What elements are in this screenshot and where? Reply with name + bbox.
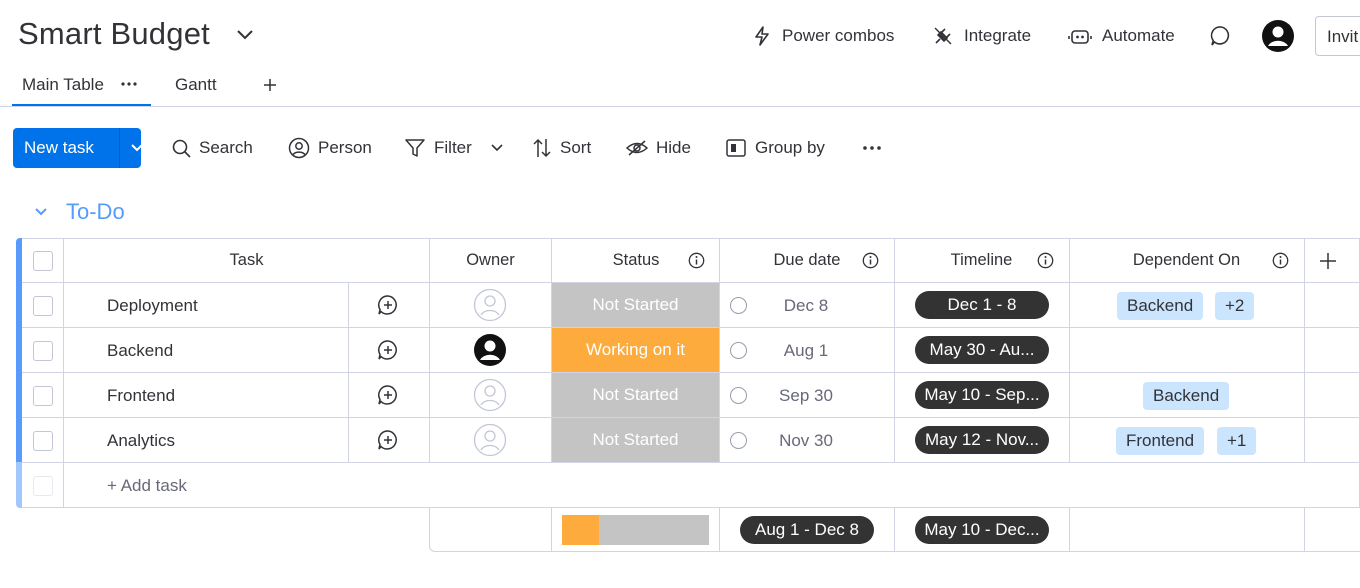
sort-icon [532, 137, 552, 159]
row-checkbox[interactable] [33, 431, 53, 451]
tab-gantt[interactable]: Gantt [175, 75, 217, 95]
select-all-checkbox[interactable] [33, 251, 53, 271]
timeline-pill[interactable]: May 30 - Au... [915, 336, 1049, 364]
search-label: Search [199, 138, 253, 157]
group-by-label: Group by [755, 138, 825, 157]
status-label[interactable]: Working on it [552, 328, 719, 372]
more-options-icon[interactable] [120, 81, 138, 87]
timeline-summary[interactable]: May 10 - Dec... [915, 516, 1049, 544]
task-name[interactable]: Deployment [107, 296, 198, 316]
row-checkbox[interactable] [33, 296, 53, 316]
status-summary-working [562, 515, 599, 545]
tab-main-table[interactable]: Main Table [22, 75, 104, 95]
person-filter-button[interactable]: Person [288, 136, 372, 160]
row-checkbox[interactable] [33, 341, 53, 361]
empty-owner-avatar[interactable] [473, 288, 507, 322]
invite-button[interactable]: Invit [1315, 16, 1360, 56]
power-combos-label: Power combos [782, 26, 895, 45]
due-date[interactable]: Aug 1 [756, 341, 856, 361]
add-update-icon[interactable] [377, 339, 399, 361]
add-update-icon[interactable] [377, 429, 399, 451]
info-icon[interactable] [1272, 252, 1289, 269]
chevron-down-icon[interactable] [34, 205, 48, 219]
timeline-pill[interactable]: Dec 1 - 8 [915, 291, 1049, 319]
add-view-icon[interactable] [263, 78, 277, 92]
power-combos-button[interactable]: Power combos [752, 24, 894, 48]
plug-icon [932, 25, 954, 47]
add-task-checkbox [33, 476, 53, 496]
board-title[interactable]: Smart Budget [18, 16, 210, 52]
add-column-icon[interactable] [1319, 252, 1337, 270]
tabs-divider [0, 106, 1360, 107]
more-options-icon[interactable] [862, 145, 882, 151]
column-header-dependent-on[interactable]: Dependent On [1078, 251, 1295, 270]
lightning-icon [752, 25, 772, 47]
group-by-icon [725, 137, 747, 159]
status-label[interactable]: Not Started [552, 373, 719, 417]
automate-button[interactable]: Automate [1068, 24, 1175, 48]
add-update-icon[interactable] [377, 384, 399, 406]
chevron-down-icon[interactable] [130, 141, 144, 155]
search-icon [172, 139, 191, 158]
filter-button[interactable]: Filter [404, 136, 504, 160]
new-task-label: New task [24, 138, 94, 157]
dependency-more-chip[interactable]: +2 [1215, 292, 1255, 320]
hide-button[interactable]: Hide [626, 136, 691, 160]
add-update-icon[interactable] [377, 294, 399, 316]
filter-icon [404, 137, 426, 159]
timeline-pill[interactable]: May 10 - Sep... [915, 381, 1049, 409]
dependency-chip[interactable]: Frontend [1116, 427, 1205, 455]
dependency-chip[interactable]: Backend [1143, 382, 1230, 410]
column-header-owner[interactable]: Owner [430, 251, 551, 270]
status-label[interactable]: Not Started [552, 283, 719, 327]
person-label: Person [318, 138, 372, 157]
due-date-checkbox[interactable] [730, 297, 747, 314]
group-by-button[interactable]: Group by [725, 136, 825, 160]
integrate-button[interactable]: Integrate [932, 24, 1031, 48]
info-icon[interactable] [1037, 252, 1054, 269]
search-button[interactable]: Search [172, 136, 253, 160]
automate-label: Automate [1102, 26, 1175, 45]
owner-avatar[interactable] [473, 333, 507, 367]
empty-owner-avatar[interactable] [473, 423, 507, 457]
status-summary-bar[interactable] [562, 515, 709, 545]
status-label[interactable]: Not Started [552, 418, 719, 462]
dependency-more-chip[interactable]: +1 [1217, 427, 1257, 455]
info-icon[interactable] [688, 252, 705, 269]
sort-label: Sort [560, 138, 592, 157]
updates-icon[interactable] [1209, 24, 1233, 48]
new-task-button[interactable]: New task [13, 128, 144, 168]
person-icon [288, 137, 310, 159]
empty-owner-avatar[interactable] [473, 378, 507, 412]
group-title[interactable]: To-Do [66, 199, 125, 225]
task-name[interactable]: Analytics [107, 431, 175, 451]
due-date-checkbox[interactable] [730, 432, 747, 449]
chevron-down-icon[interactable] [490, 141, 504, 155]
due-date-checkbox[interactable] [730, 342, 747, 359]
info-icon[interactable] [862, 252, 879, 269]
robot-icon [1068, 25, 1092, 47]
user-avatar[interactable] [1261, 19, 1295, 53]
dependency-chip[interactable]: Backend [1117, 292, 1204, 320]
eye-hidden-icon [626, 138, 648, 158]
group-color-bar-footer [16, 462, 22, 508]
filter-label: Filter [434, 138, 472, 157]
hide-label: Hide [656, 138, 691, 157]
sort-button[interactable]: Sort [532, 136, 591, 160]
task-name[interactable]: Backend [107, 341, 173, 361]
timeline-pill[interactable]: May 12 - Nov... [915, 426, 1049, 454]
due-date[interactable]: Nov 30 [756, 431, 856, 451]
due-date-summary[interactable]: Aug 1 - Dec 8 [740, 516, 874, 544]
add-task-input[interactable]: + Add task [107, 476, 187, 496]
due-date[interactable]: Dec 8 [756, 296, 856, 316]
due-date[interactable]: Sep 30 [756, 386, 856, 406]
integrate-label: Integrate [964, 26, 1032, 45]
row-checkbox[interactable] [33, 386, 53, 406]
column-header-task[interactable]: Task [64, 251, 429, 270]
column-header-due-date[interactable]: Due date [737, 251, 877, 270]
task-name[interactable]: Frontend [107, 386, 175, 406]
chevron-down-icon[interactable] [236, 28, 254, 42]
group-color-bar [16, 238, 22, 462]
due-date-checkbox[interactable] [730, 387, 747, 404]
